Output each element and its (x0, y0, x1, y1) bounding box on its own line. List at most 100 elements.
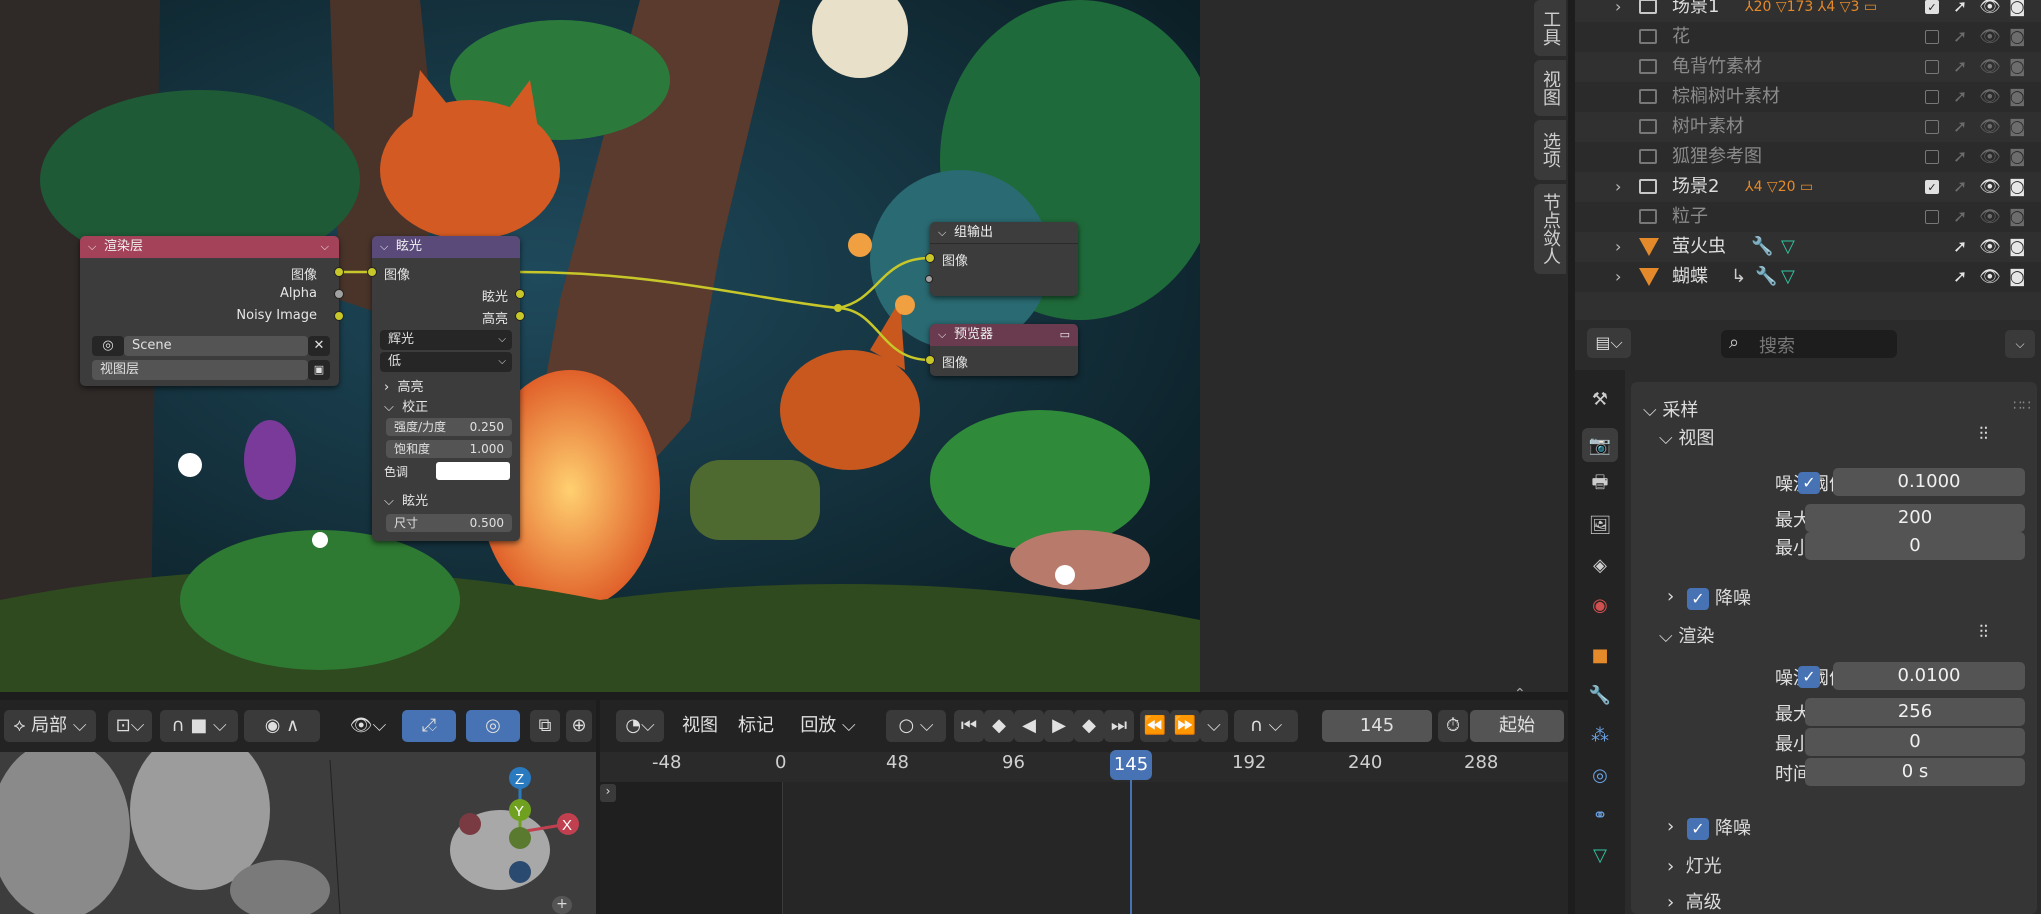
select-arrow-icon[interactable]: ➚ (1953, 142, 1967, 172)
auto-keying-dropdown[interactable]: ○ ⌵ (886, 710, 946, 742)
eye-icon[interactable]: 👁 (1979, 112, 2001, 142)
input-empty-socket[interactable] (925, 275, 933, 283)
visibility-dropdown[interactable]: 👁⌵ (340, 710, 396, 742)
viewport-denoise-header[interactable]: › (1667, 586, 1674, 607)
camera-icon[interactable]: ◙ (2009, 52, 2026, 82)
render-max-samples-field[interactable]: 256 (1805, 698, 2025, 726)
eye-icon[interactable]: 👁 (1979, 262, 2001, 292)
camera-icon[interactable]: ◙ (2009, 112, 2026, 142)
modifier-wrench-icon[interactable]: 🔧 (1755, 262, 1777, 292)
exclude-checkbox[interactable] (1925, 60, 1939, 74)
section-glare[interactable]: ⌵ 眩光 (384, 490, 428, 509)
constraints-tab-icon[interactable]: ⚭ (1582, 798, 1618, 832)
outliner-row[interactable]: 树叶素材 ➚ 👁 ◙ (1575, 112, 2041, 142)
navigation-gizmo[interactable]: Z Y X (450, 760, 590, 890)
viewport-noise-threshold-checkbox[interactable]: ✓ (1798, 472, 1820, 494)
clear-scene-icon[interactable]: ✕ (308, 336, 330, 356)
compositor-editor[interactable]: ⌵ 渲染层 ⌵ 图像 Alpha Noisy Image ◎ Scene ✕ 视… (0, 0, 1200, 692)
select-arrow-icon[interactable]: ➚ (1953, 202, 1967, 232)
play-button[interactable]: ▶ (1044, 710, 1074, 742)
expand-arrow-icon[interactable]: › (1615, 262, 1621, 292)
collapse-chevron-icon[interactable]: ⌵ (938, 324, 946, 346)
output-image-socket[interactable] (334, 267, 344, 277)
sidebar-tab-node-wrangler[interactable]: 节点敛人 (1534, 184, 1566, 274)
expand-arrow-icon[interactable]: › (1615, 172, 1621, 202)
node-options-icon[interactable]: ⌵ (321, 236, 329, 258)
eye-icon[interactable]: 👁 (1979, 232, 2001, 262)
camera-icon[interactable]: ◙ (2009, 22, 2026, 52)
select-arrow-icon[interactable]: ➚ (1953, 52, 1967, 82)
render-layers-node-header[interactable]: ⌵ 渲染层 ⌵ (80, 236, 339, 258)
viewport-subpanel-header[interactable]: ⌵ 视图 (1659, 424, 1714, 450)
modifier-tab-icon[interactable]: 🔧 (1582, 678, 1618, 712)
outliner-row[interactable]: › 场景1 ⅄20 ▽173 ⅄4 ▽3 ▭ ✓ ➚ 👁 ◙ (1575, 0, 2041, 22)
outliner-row[interactable]: 龟背竹素材 ➚ 👁 ◙ (1575, 52, 2041, 82)
exclude-checkbox[interactable] (1925, 210, 1939, 224)
quality-dropdown[interactable]: 低 ⌵ (380, 352, 512, 372)
next-frame-button[interactable]: ⏩ (1170, 710, 1200, 742)
viewport-min-samples-field[interactable]: 0 (1805, 532, 2025, 560)
glare-node-header[interactable]: ⌵ 眩光 (372, 236, 520, 258)
xray-toggle[interactable]: ⧉ (530, 710, 560, 742)
section-adjust[interactable]: ⌵ 校正 (384, 396, 428, 415)
light-paths-header[interactable]: › 灯光 (1667, 852, 1722, 878)
current-frame-field[interactable]: 145 (1322, 710, 1432, 742)
render-noise-threshold-field[interactable]: 0.0100 (1833, 662, 2025, 690)
presets-icon[interactable]: ⫶⫶ (1979, 622, 1988, 643)
editor-type-dropdown[interactable]: ▤⌵ (1587, 328, 1631, 358)
sidebar-tab-options[interactable]: 选项 (1534, 120, 1566, 180)
output-alpha-socket[interactable] (334, 289, 344, 299)
size-slider[interactable]: 尺寸 0.500 (386, 514, 512, 532)
exclude-checkbox[interactable] (1925, 120, 1939, 134)
camera-icon[interactable]: ◙ (2009, 202, 2026, 232)
prev-keyframe-button[interactable]: ◆ (984, 710, 1014, 742)
eye-icon[interactable]: 👁 (1979, 22, 2001, 52)
select-arrow-icon[interactable]: ➚ (1953, 262, 1967, 292)
camera-icon[interactable]: ◙ (2009, 82, 2026, 112)
options-dropdown[interactable]: ⌵ (2005, 330, 2035, 358)
camera-icon[interactable]: ◙ (2009, 172, 2026, 202)
playback-menu[interactable]: 回放 ⌵ (792, 710, 864, 742)
exclude-checkbox[interactable] (1925, 30, 1939, 44)
outliner-row[interactable]: 狐狸参考图 ➚ 👁 ◙ (1575, 142, 2041, 172)
physics-tab-icon[interactable]: ◎ (1582, 758, 1618, 792)
glare-node[interactable]: ⌵ 眩光 图像 眩光 高亮 辉光 ⌵ 低 ⌵ › 高亮 ⌵ 校正 强度/力度 0.25… (367, 236, 525, 541)
render-min-samples-field[interactable]: 0 (1805, 728, 2025, 756)
sampling-header[interactable]: ⌵ 采样 (1643, 396, 1698, 422)
render-subpanel-header[interactable]: ⌵ 渲染 (1659, 622, 1714, 648)
camera-icon[interactable]: ◙ (2009, 0, 2026, 22)
sidebar-tab-view[interactable]: 视图 (1534, 60, 1566, 116)
viewer-node-header[interactable]: ⌵ 预览器 ▭ (930, 324, 1078, 346)
select-arrow-icon[interactable]: ➚ (1953, 112, 1967, 142)
scene-field[interactable]: Scene (124, 336, 308, 356)
output-tab-icon[interactable]: 🖶 (1582, 468, 1618, 502)
snapping-group[interactable]: ∩ ■ ⌵ (160, 710, 238, 742)
exclude-checkbox[interactable]: ✓ (1925, 0, 1939, 14)
zoom-icon[interactable]: + (552, 896, 572, 914)
exclude-checkbox[interactable]: ✓ (1925, 180, 1939, 194)
eye-icon[interactable]: 👁 (1979, 52, 2001, 82)
prev-frame-button[interactable]: ⏪ (1140, 710, 1170, 742)
start-frame-field[interactable]: 起始 (1470, 710, 1564, 742)
playback-options-dropdown[interactable]: ⌵ (1200, 710, 1228, 742)
output-glare-socket[interactable] (515, 289, 525, 299)
eye-icon[interactable]: 👁 (1979, 172, 2001, 202)
tint-color-swatch[interactable] (436, 462, 510, 480)
playhead[interactable]: 145 (1110, 750, 1152, 780)
collapse-chevron-icon[interactable]: ⌵ (938, 222, 946, 244)
input-image-socket[interactable] (925, 253, 935, 263)
collapse-chevron-icon[interactable]: ⌵ (88, 236, 96, 258)
viewer-node[interactable]: ⌵ 预览器 ▭ 图像 (925, 324, 1078, 376)
camera-icon[interactable]: ◙ (2009, 142, 2026, 172)
modifier-wrench-icon[interactable]: 🔧 (1751, 232, 1773, 262)
input-image-socket[interactable] (925, 355, 935, 365)
camera-icon[interactable]: ◙ (2009, 232, 2026, 262)
render-icon[interactable]: ▣ (308, 360, 330, 380)
advanced-header[interactable]: › 高级 (1667, 888, 1722, 914)
constraint-icon[interactable]: ↳ (1731, 262, 1746, 292)
viewport-max-samples-field[interactable]: 200 (1805, 504, 2025, 532)
outliner-row[interactable]: 棕榈树叶素材 ➚ 👁 ◙ (1575, 82, 2041, 112)
viewer-icon[interactable]: ▭ (1060, 324, 1070, 346)
scene-icon[interactable]: ◎ (92, 336, 124, 356)
outliner-row[interactable]: › 萤火虫 🔧 ▽ ➚ 👁 ◙ (1575, 232, 2041, 262)
